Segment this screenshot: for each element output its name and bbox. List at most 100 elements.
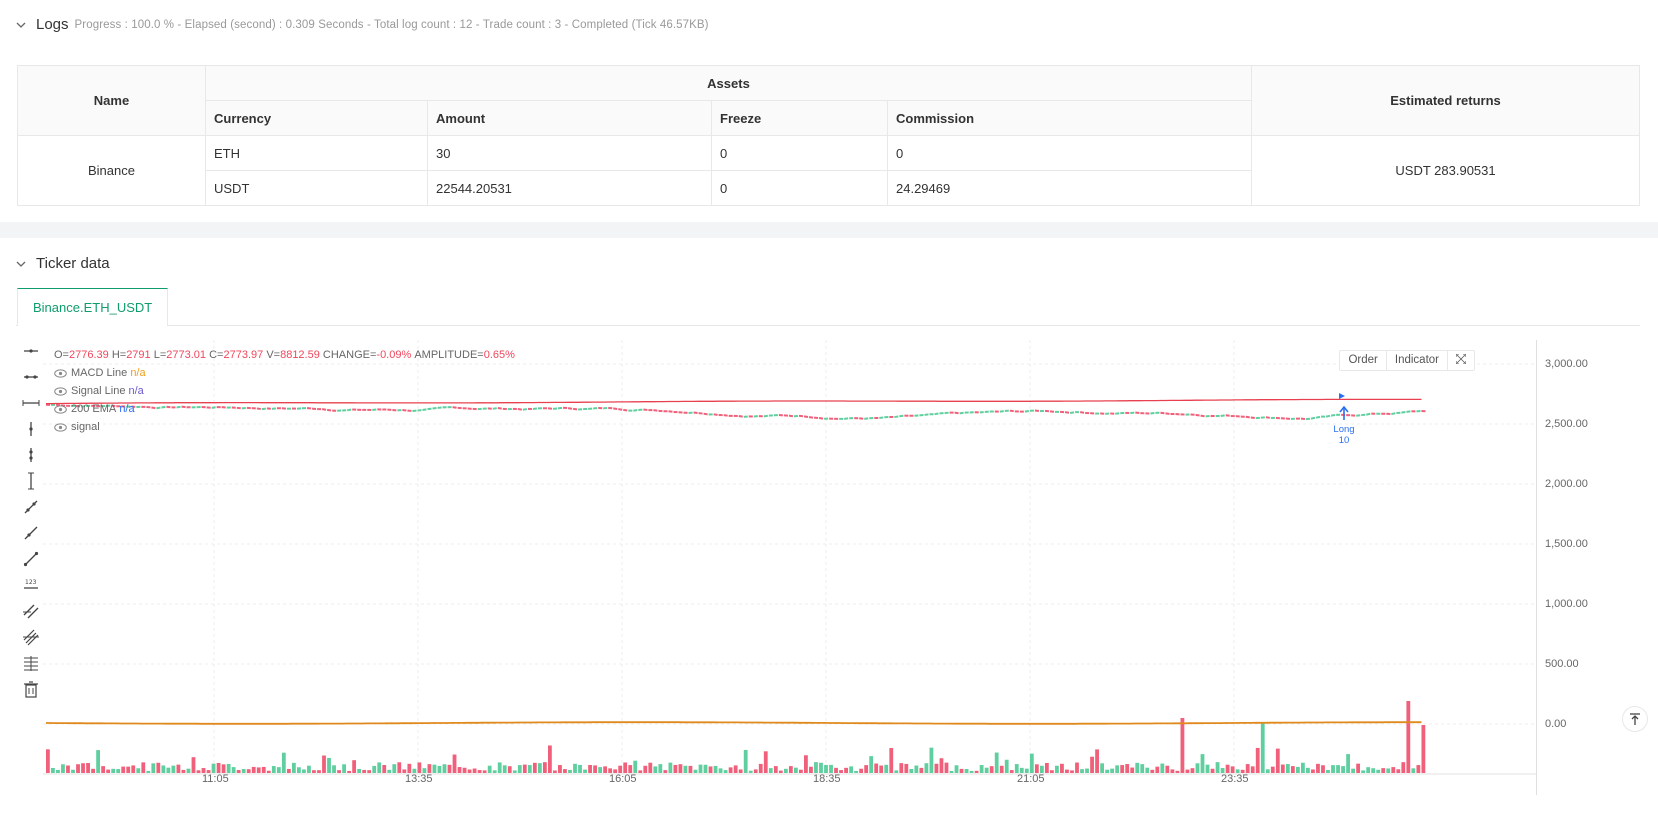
macd-histogram-bar [1185,769,1190,773]
indicator-200-ema[interactable]: 200 EMA n/a [54,400,515,418]
macd-histogram-bar [799,769,803,773]
trash-icon[interactable] [22,680,40,698]
macd-histogram-bar [291,762,296,773]
macd-histogram-bar [307,765,311,773]
macd-histogram-bar [633,760,638,773]
chevron-down-icon[interactable] [16,259,26,269]
macd-histogram-bar [748,770,753,773]
order-button[interactable]: Order [1340,351,1387,370]
macd-histogram-bar [372,765,377,773]
commission-cell: 0 [887,135,1252,171]
eye-icon[interactable] [54,386,67,396]
price-segment [864,417,870,420]
macd-histogram-bar [1165,765,1170,773]
logs-header[interactable]: Logs Progress : 100.0 % - Elapsed (secon… [16,16,709,33]
macd-histogram-bar [1316,763,1320,773]
macd-histogram-bar [452,754,457,773]
chart-area[interactable]: 123 Long 10 O= 2776.39 H= 2791 L= 2773.01 C=… [16,340,1640,824]
macd-histogram-bar [1100,763,1104,773]
macd-histogram-bar [558,765,562,773]
macd-histogram-bar [1009,770,1014,773]
indicator-signal-line[interactable]: Signal Line n/a [54,382,515,400]
macd-histogram-bar [312,770,316,773]
chevron-down-icon[interactable] [16,20,26,30]
price-label-icon[interactable]: 123 [22,576,40,594]
price-segment [1325,414,1332,418]
price-segment [894,415,900,419]
drawing-toolbar: 123 [16,340,44,740]
macd-histogram-bar [703,764,708,773]
price-segment [1330,413,1337,417]
indicator-signal[interactable]: signal [54,418,515,436]
macd-histogram-bar [527,765,532,773]
segment-icon[interactable] [22,550,40,568]
vertical-segment-icon[interactable] [22,446,40,464]
macd-histogram-bar [713,765,718,773]
freeze-cell: 0 [711,170,888,206]
macd-histogram-bar [81,763,85,773]
eye-icon[interactable] [54,422,67,432]
vertical-range-icon[interactable] [22,472,40,490]
price-segment [803,415,810,419]
macd-histogram-bar [693,769,698,773]
macd-histogram-bar [1406,701,1411,773]
parallel-channel-icon[interactable] [22,602,40,620]
macd-histogram-bar [1301,762,1305,773]
macd-histogram-bar [497,762,502,773]
macd-histogram-bar [653,766,658,773]
macd-histogram-bar [251,766,256,773]
macd-histogram-bar [121,766,126,773]
price-segment [643,408,649,412]
price-segment [738,415,744,418]
macd-histogram-bar [1255,747,1260,773]
macd-histogram-bar [854,770,859,773]
macd-histogram-bar [46,749,50,773]
price-segment [1160,411,1166,415]
x-tick: 13:35 [405,773,433,785]
macd-histogram-bar [1095,749,1099,773]
macd-histogram-bar [894,770,899,773]
indicator-macd-line[interactable]: MACD Line n/a [54,364,515,382]
fullscreen-icon[interactable] [1448,351,1474,370]
macd-histogram-bar [502,765,507,773]
macd-histogram-bar [542,762,547,773]
y-tick: 1,000.00 [1545,598,1588,610]
eye-icon[interactable] [54,368,67,378]
macd-histogram-bar [76,764,80,773]
y-axis[interactable]: 3,000.00 2,500.00 2,000.00 1,500.00 1,00… [1536,340,1636,795]
price-segment [844,417,850,420]
y-tick: 2,000.00 [1545,478,1588,490]
vertical-line-icon[interactable] [22,420,40,438]
macd-histogram-bar [86,763,90,773]
change-label: CHANGE= [322,349,377,361]
scroll-to-top-button[interactable] [1622,706,1648,732]
macd-histogram-bar [663,770,668,773]
price-segment [618,408,624,411]
macd-histogram-bar [126,766,131,773]
eye-icon[interactable] [54,404,67,414]
macd-histogram-bar [1160,763,1165,773]
ray-icon[interactable] [22,524,40,542]
macd-histogram-bar [864,765,869,773]
horizontal-ray-icon[interactable] [22,368,40,386]
macd-histogram-bar [186,768,191,773]
price-segment [1250,416,1256,420]
macd-histogram-bar [1386,768,1391,773]
extended-line-icon[interactable] [22,394,40,412]
tab-binance-eth-usdt[interactable]: Binance.ETH_USDT [17,288,169,326]
indicator-button[interactable]: Indicator [1387,351,1448,370]
price-segment [859,417,865,420]
amount-header: Amount [427,100,712,136]
fib-retracement-icon[interactable] [22,654,40,672]
price-segment [1225,414,1231,417]
trend-line-icon[interactable] [22,498,40,516]
macd-histogram-bar [1065,769,1069,773]
ticker-header[interactable]: Ticker data [16,255,110,272]
amplitude-label: AMPLITUDE= [414,349,484,361]
pitchfork-icon[interactable] [22,628,40,646]
macd-histogram-bar [1050,770,1054,773]
horizontal-line-icon[interactable] [22,342,40,360]
macd-histogram-bar [1356,763,1361,773]
macd-histogram-bar [271,766,276,773]
macd-histogram-bar [874,763,879,773]
